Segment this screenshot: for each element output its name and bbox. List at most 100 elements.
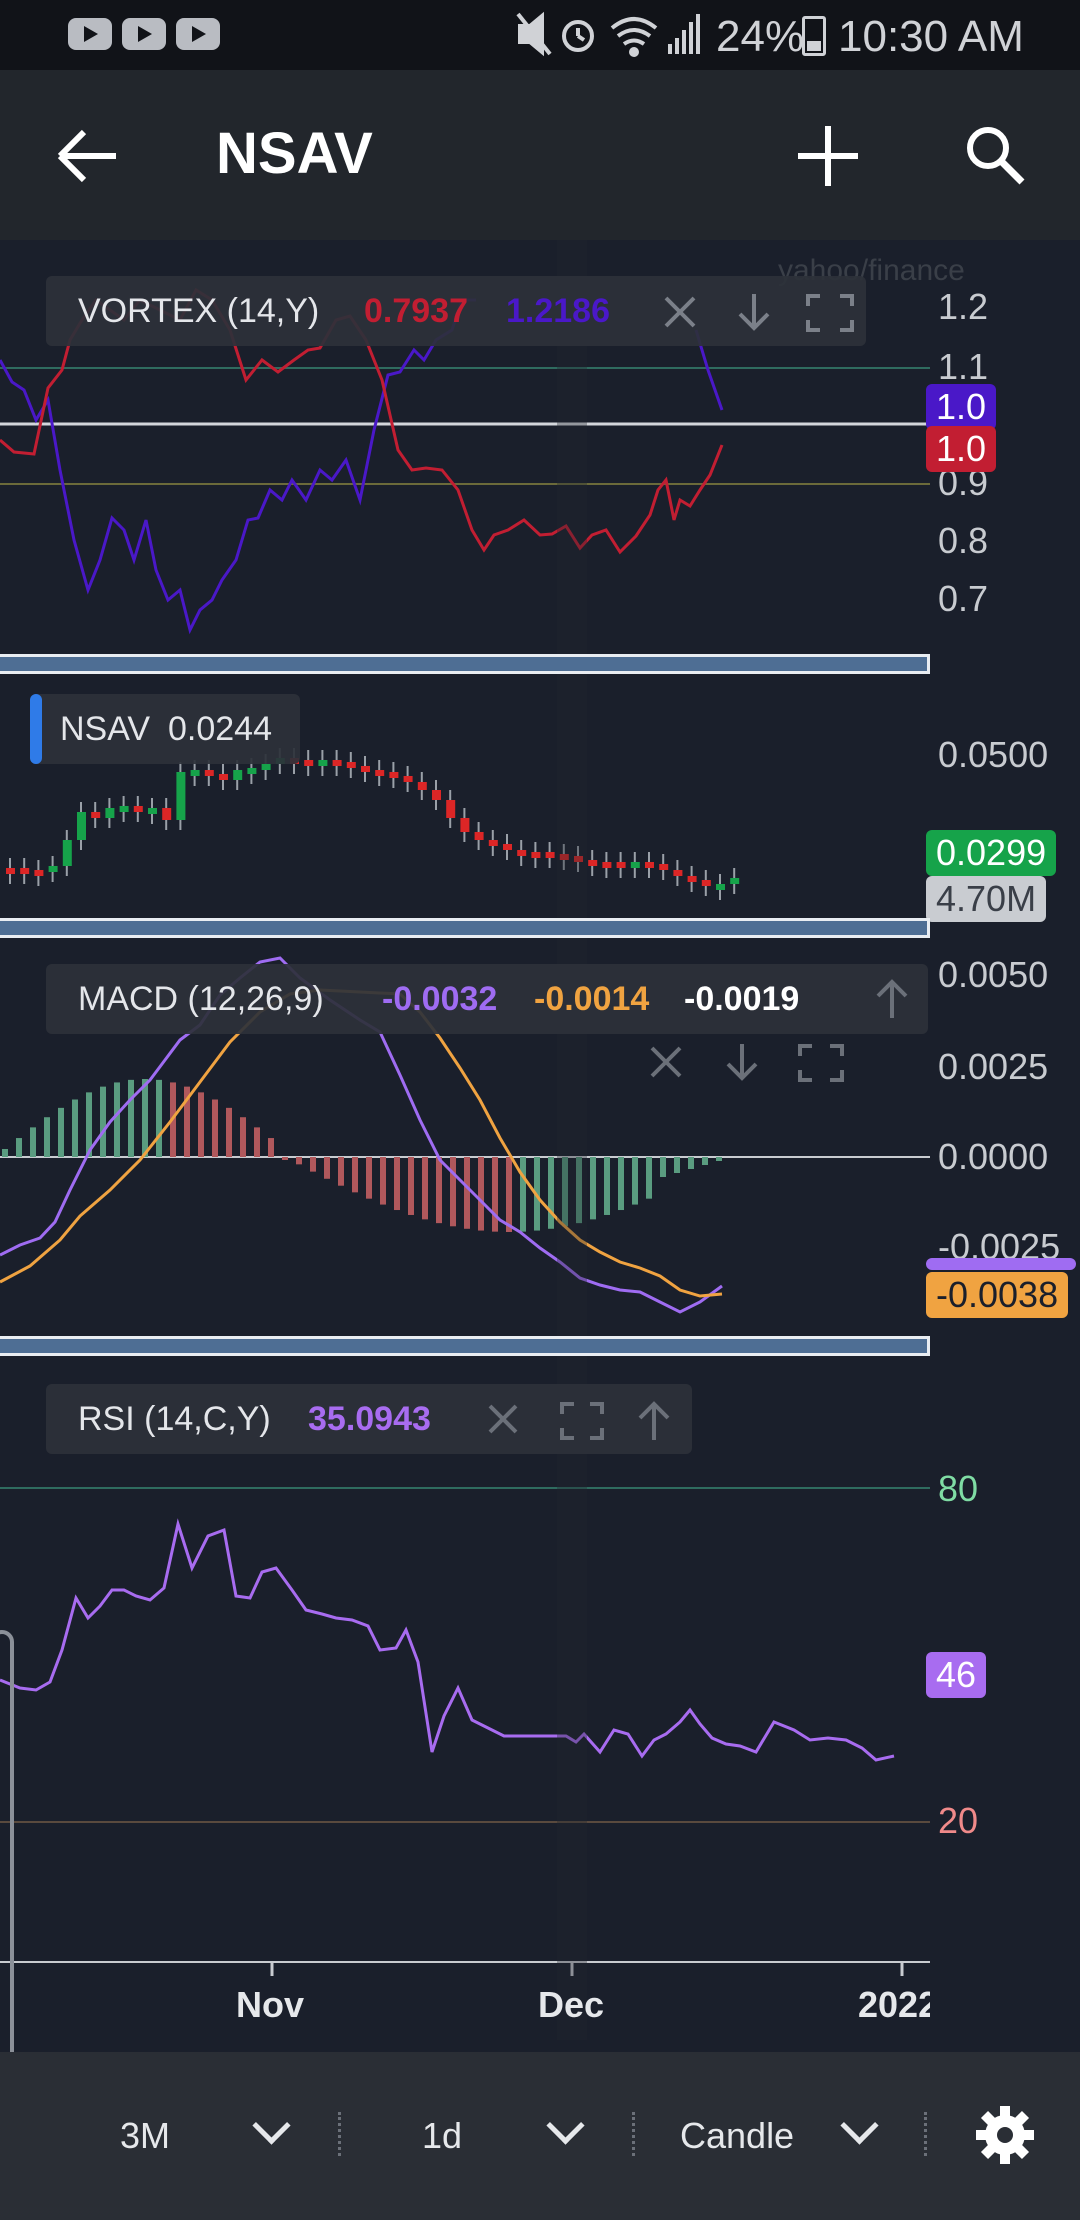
vortex-tick: 1.1 bbox=[938, 346, 989, 387]
vortex-tick: 1.2 bbox=[938, 286, 989, 327]
rsi-upper-label: 80 bbox=[938, 1468, 979, 1509]
candle-body bbox=[687, 876, 697, 882]
histogram-bar bbox=[16, 1138, 22, 1157]
vortex-plus-badge: 1.0 bbox=[926, 384, 997, 430]
histogram-bar bbox=[30, 1127, 36, 1157]
scroll-handle[interactable] bbox=[0, 1630, 14, 2070]
histogram-bar bbox=[520, 1157, 526, 1232]
rsi-controls bbox=[488, 1401, 670, 1440]
macd-value: -0.0032 bbox=[382, 980, 498, 1018]
rsi-line bbox=[0, 1518, 895, 1762]
rsi-value: 35.0943 bbox=[308, 1400, 431, 1438]
histogram-bar bbox=[422, 1157, 428, 1220]
histogram-bar bbox=[44, 1117, 50, 1157]
histogram-bar bbox=[2, 1149, 8, 1157]
vortex-plus-line bbox=[0, 298, 476, 635]
macd-tick: 0.0025 bbox=[938, 1046, 1049, 1087]
histogram-bar bbox=[296, 1157, 302, 1165]
x-label: Nov bbox=[236, 1984, 305, 2025]
interval-selector[interactable]: 1d bbox=[422, 2115, 462, 2157]
histogram-bar bbox=[464, 1157, 470, 1229]
histogram-bar bbox=[338, 1157, 344, 1186]
vortex-minus-value: 0.7937 bbox=[364, 292, 468, 330]
histogram-bar bbox=[478, 1157, 484, 1231]
candle-body bbox=[91, 812, 101, 818]
candle-body bbox=[659, 864, 669, 870]
candle-body bbox=[531, 852, 541, 858]
range-selector[interactable]: 3M bbox=[120, 2115, 170, 2157]
vortex-tick: 0.7 bbox=[938, 578, 989, 619]
rsi-label: RSI (14,C,Y) bbox=[78, 1400, 271, 1438]
candle-body bbox=[119, 806, 129, 812]
vortex-label: VORTEX (14,Y) bbox=[78, 292, 320, 330]
histogram-bar bbox=[590, 1157, 596, 1220]
histogram-bar bbox=[100, 1086, 106, 1157]
histogram-bar bbox=[226, 1107, 232, 1157]
price-legend: NSAV 0.0244 bbox=[30, 694, 300, 764]
candle-body bbox=[616, 862, 626, 868]
candle-body bbox=[48, 866, 58, 872]
candle-body bbox=[176, 772, 186, 820]
close-icon bbox=[650, 1046, 682, 1078]
histogram-bar bbox=[394, 1157, 400, 1211]
candle-body bbox=[673, 870, 683, 876]
candle-body bbox=[432, 790, 441, 800]
candle-body bbox=[77, 812, 86, 840]
price-tick: 0.0500 bbox=[938, 734, 1049, 775]
histogram-bar bbox=[492, 1157, 498, 1232]
candle-body bbox=[247, 768, 257, 774]
candle-body bbox=[6, 868, 15, 874]
candle-body bbox=[20, 868, 30, 874]
pane-divider[interactable] bbox=[0, 918, 930, 938]
candle-body bbox=[34, 870, 44, 876]
candle-body bbox=[446, 800, 456, 818]
histogram-bar bbox=[142, 1079, 148, 1157]
histogram-bar bbox=[114, 1082, 120, 1157]
macd-line-badge bbox=[926, 1258, 1076, 1270]
expand-icon bbox=[798, 1044, 844, 1082]
candle-body bbox=[148, 808, 157, 814]
pane-divider[interactable] bbox=[0, 1336, 930, 1356]
candle-body bbox=[375, 770, 385, 776]
vortex-controls bbox=[664, 294, 854, 332]
histogram-bar bbox=[646, 1157, 652, 1199]
arrow-up-icon bbox=[638, 1401, 670, 1440]
candle-body bbox=[261, 764, 271, 770]
chart-type-selector[interactable]: Candle bbox=[680, 2115, 794, 2157]
vortex-plus-value: 1.2186 bbox=[506, 292, 610, 330]
macd-badge: -0.0038 bbox=[926, 1272, 1069, 1318]
histogram-bar bbox=[702, 1157, 708, 1165]
histogram-bar bbox=[254, 1127, 260, 1157]
pane-divider[interactable] bbox=[0, 654, 930, 674]
macd-histogram bbox=[2, 1079, 722, 1232]
histogram-bar bbox=[282, 1157, 288, 1160]
arrow-up-icon[interactable] bbox=[850, 964, 940, 1034]
candle-body bbox=[474, 832, 484, 840]
gear-icon[interactable] bbox=[970, 2100, 1040, 2170]
arrow-down-icon bbox=[726, 1044, 758, 1081]
expand-icon bbox=[560, 1402, 604, 1440]
candle-body bbox=[517, 850, 527, 856]
vortex-minus-badge: 1.0 bbox=[926, 426, 997, 472]
candle-body bbox=[204, 770, 214, 776]
histogram-bar bbox=[632, 1157, 638, 1205]
histogram-bar bbox=[506, 1157, 512, 1232]
candle-body bbox=[219, 774, 228, 780]
histogram-bar bbox=[310, 1157, 316, 1172]
candle-body bbox=[318, 760, 328, 766]
macd-tick: 0.0000 bbox=[938, 1136, 1049, 1177]
macd-label: MACD (12,26,9) bbox=[78, 980, 324, 1018]
price-badge: 0.0299 bbox=[926, 830, 1057, 876]
candle-body bbox=[630, 862, 640, 868]
histogram-bar bbox=[450, 1157, 456, 1227]
histogram-bar bbox=[366, 1157, 372, 1199]
histogram-bar bbox=[268, 1138, 274, 1157]
price-value: 0.0244 bbox=[168, 710, 272, 748]
candle-body bbox=[361, 766, 370, 772]
histogram-bar bbox=[604, 1157, 610, 1215]
candle-body bbox=[588, 860, 598, 866]
candle-body bbox=[460, 818, 470, 832]
histogram-bar bbox=[198, 1092, 204, 1157]
candle-body bbox=[730, 878, 740, 884]
arrow-down-icon bbox=[738, 294, 770, 331]
